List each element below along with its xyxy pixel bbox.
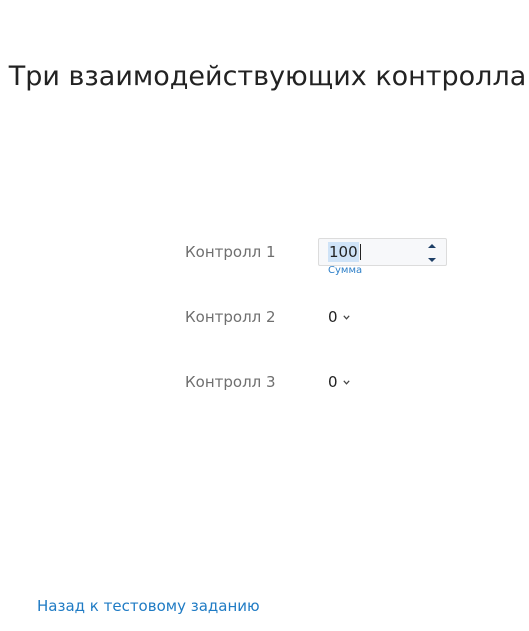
chevron-down-icon [342, 379, 350, 385]
control-1-value: 100 [328, 242, 359, 262]
control-1-hint: Сумма [328, 265, 363, 276]
control-1-spinner[interactable] [426, 243, 438, 263]
control-2-value: 0 [328, 308, 338, 326]
control-row-2: Контролл 2 0 [185, 302, 350, 332]
chevron-down-icon [342, 314, 350, 320]
spinner-down-icon[interactable] [427, 257, 437, 263]
text-caret [359, 244, 361, 260]
control-3-value: 0 [328, 373, 338, 391]
page: Три взаимодействующих контролла Контролл… [0, 0, 529, 631]
control-3-label: Контролл 3 [185, 373, 276, 391]
control-1-number-input[interactable]: 100 [318, 238, 447, 266]
control-row-3: Контролл 3 0 [185, 367, 350, 397]
control-3-dropdown[interactable]: 0 [328, 373, 350, 391]
control-2-dropdown[interactable]: 0 [328, 308, 350, 326]
control-2-label: Контролл 2 [185, 308, 276, 326]
back-to-task-link[interactable]: Назад к тестовому заданию [37, 597, 260, 615]
page-title: Три взаимодействующих контролла [8, 61, 527, 92]
control-row-1: Контролл 1 100 Сумма [185, 237, 447, 276]
control-1-label: Контролл 1 [185, 243, 276, 261]
spinner-up-icon[interactable] [427, 243, 437, 249]
